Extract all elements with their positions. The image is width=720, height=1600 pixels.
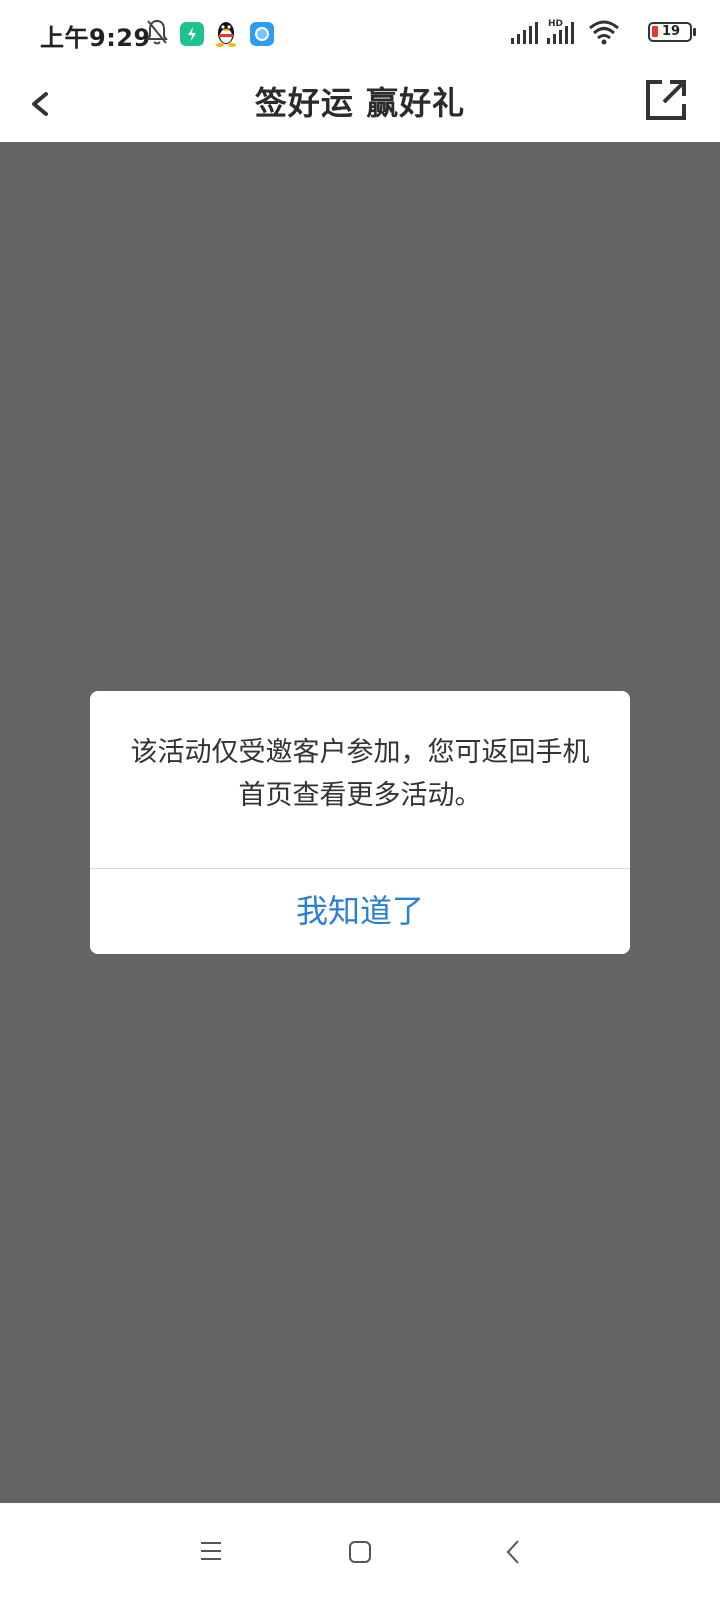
dialog-confirm-button[interactable]: 我知道了 xyxy=(90,869,630,954)
share-button[interactable] xyxy=(642,76,690,124)
status-bar: 上午9:29 HD 19 xyxy=(0,0,720,66)
green-app-icon xyxy=(180,22,204,46)
wifi-icon xyxy=(588,18,620,50)
mute-icon xyxy=(145,18,169,50)
battery-icon: 19 xyxy=(648,22,696,42)
status-time: 上午9:29 xyxy=(40,24,151,52)
battery-level: 19 xyxy=(662,24,681,39)
hd-signal-icon: HD xyxy=(546,18,576,50)
page-title: 签好运 赢好礼 xyxy=(254,84,466,122)
dialog-message: 该活动仅受邀客户参加，您可返回手机首页查看更多活动。 xyxy=(130,737,590,811)
qq-icon xyxy=(212,18,240,52)
back-icon xyxy=(506,1540,519,1564)
dialog: 该活动仅受邀客户参加，您可返回手机首页查看更多活动。 我知道了 xyxy=(90,691,630,954)
home-button[interactable] xyxy=(348,1540,372,1564)
home-icon xyxy=(349,1541,371,1563)
nav-bar: 签好运 赢好礼 xyxy=(0,66,720,142)
blue-app-icon xyxy=(250,22,274,46)
overlay-content: 该活动仅受邀客户参加，您可返回手机首页查看更多活动。 我知道了 xyxy=(0,142,720,1503)
back-nav-button[interactable] xyxy=(502,1538,526,1566)
signal-icon xyxy=(510,18,540,50)
menu-icon xyxy=(201,1542,221,1560)
menu-button[interactable] xyxy=(199,1539,223,1563)
network-label: HD xyxy=(548,19,563,29)
share-icon xyxy=(646,80,686,120)
battery-fill xyxy=(652,26,658,37)
system-nav-bar xyxy=(0,1503,720,1600)
